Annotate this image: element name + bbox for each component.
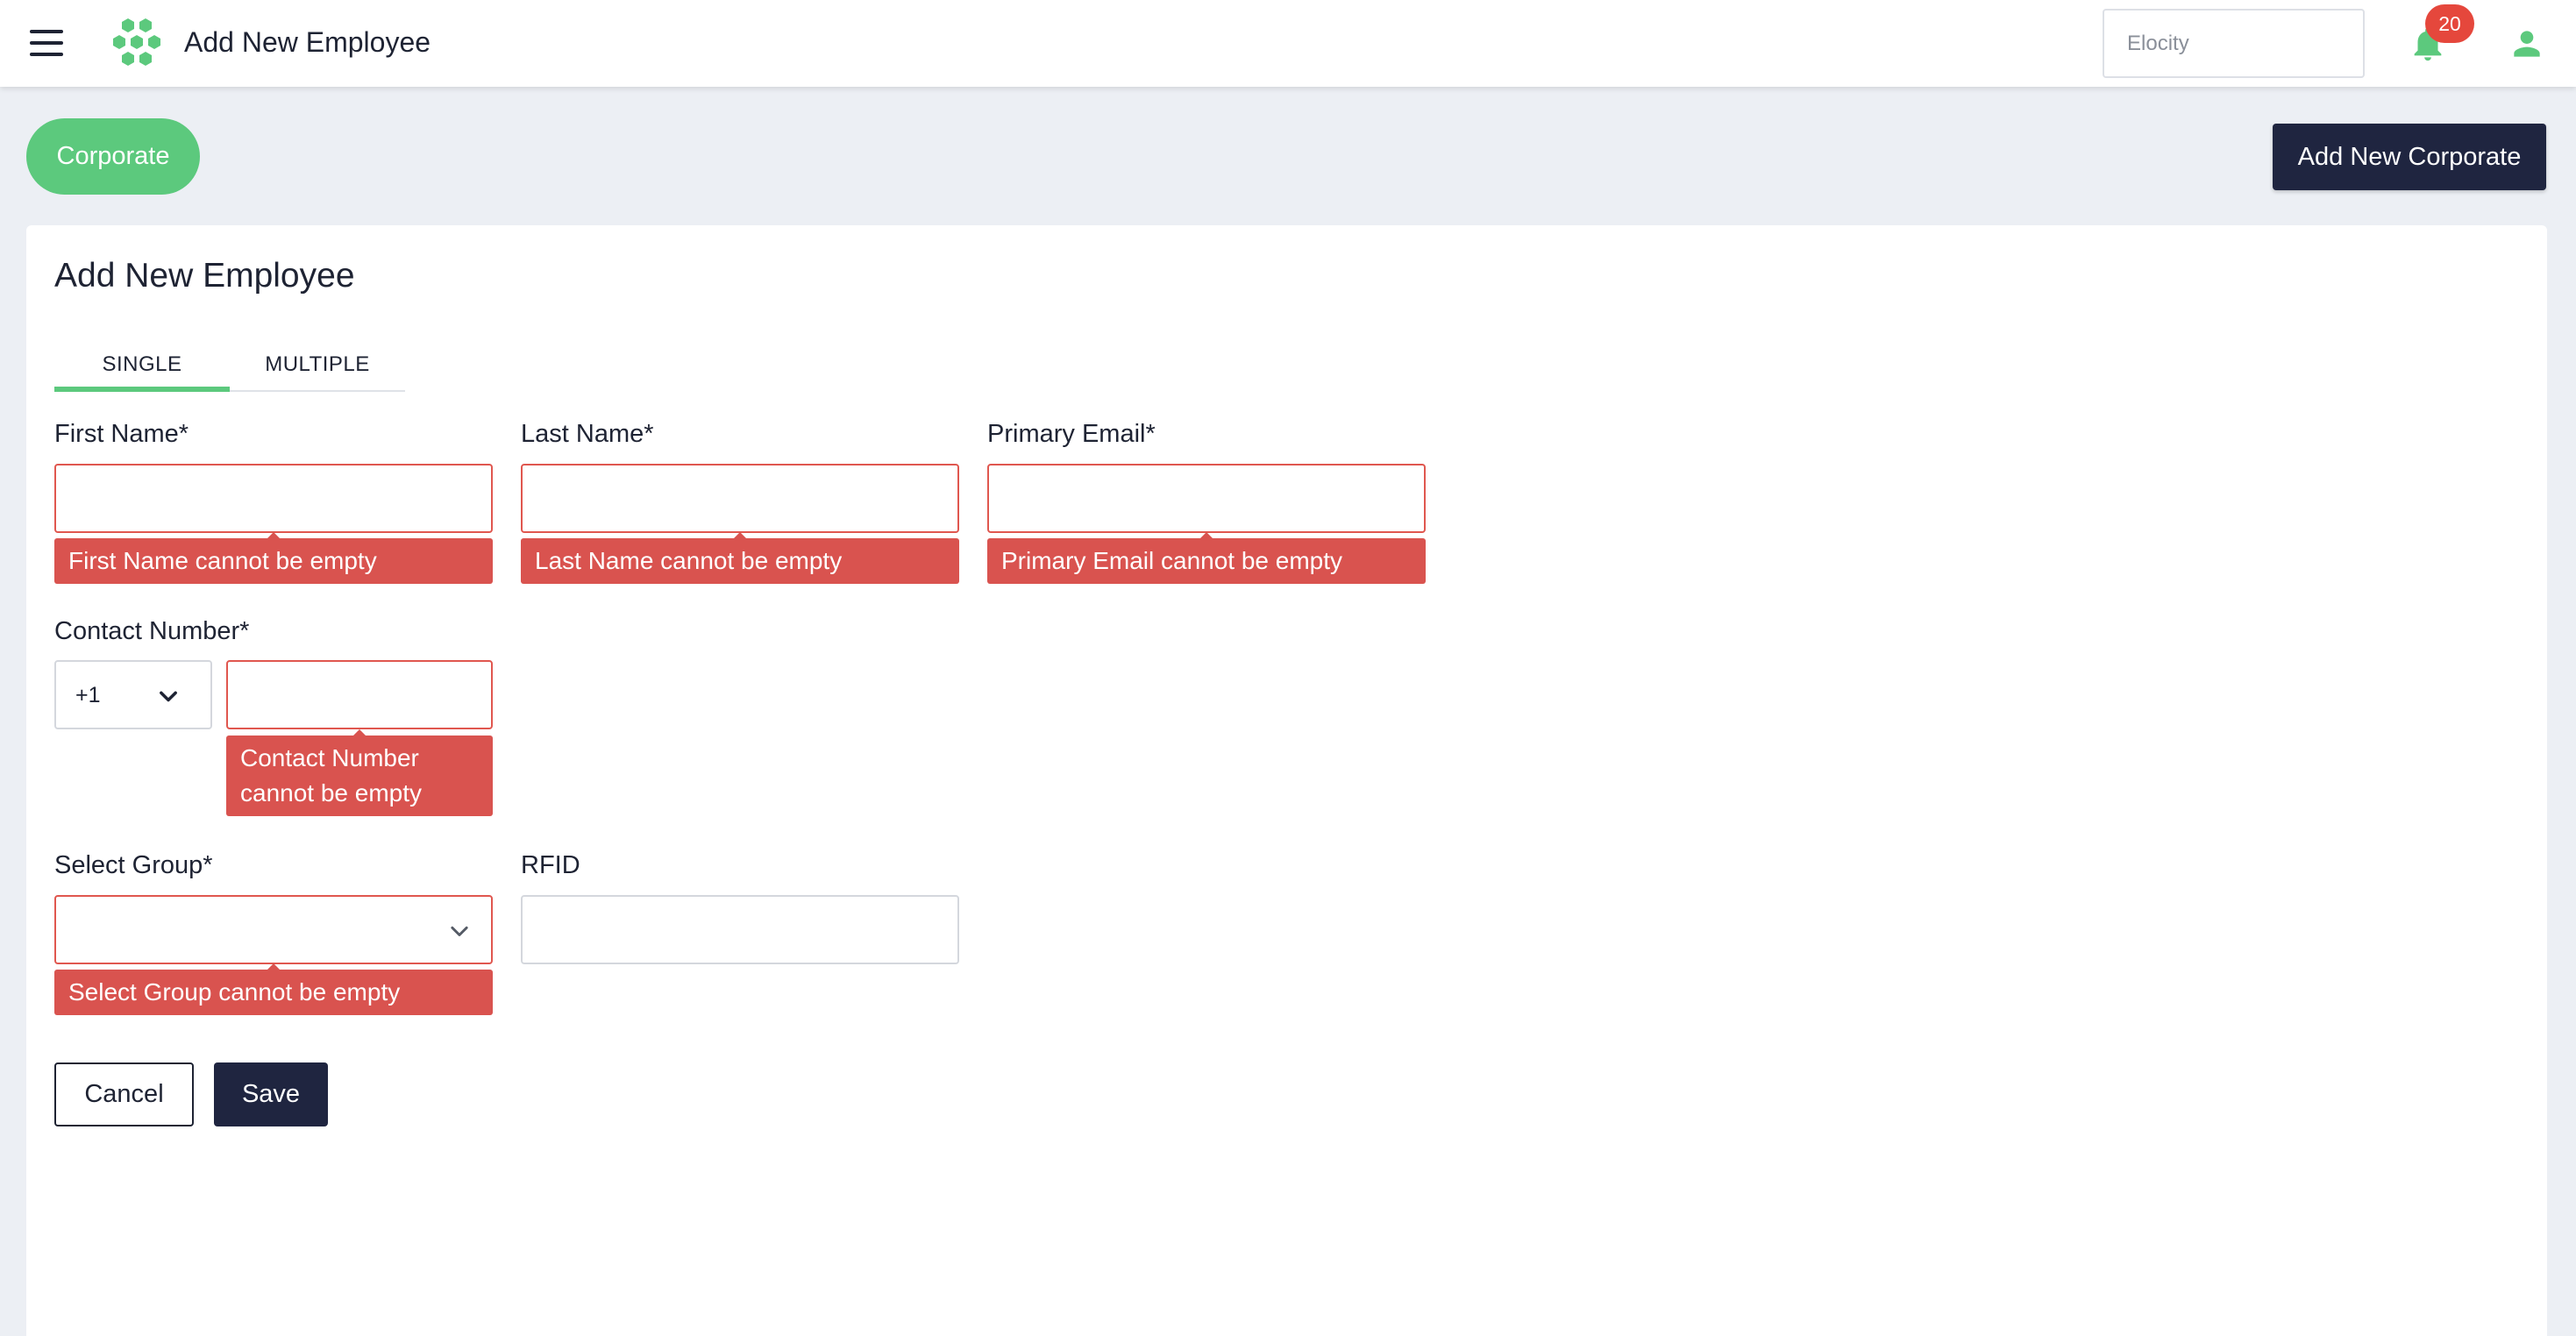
first-name-error: First Name cannot be empty bbox=[54, 532, 493, 584]
chevron-down-icon bbox=[160, 691, 177, 702]
tab-multiple[interactable]: MULTIPLE bbox=[230, 338, 405, 392]
last-name-error: Last Name cannot be empty bbox=[521, 532, 959, 584]
country-code-select[interactable]: +1 bbox=[54, 660, 212, 729]
first-name-input[interactable] bbox=[54, 464, 493, 533]
notification-count-badge: 20 bbox=[2425, 4, 2474, 43]
first-name-label: First Name* bbox=[54, 420, 189, 448]
rfid-label: RFID bbox=[521, 851, 580, 879]
tab-single[interactable]: SINGLE bbox=[54, 338, 230, 392]
last-name-label: Last Name* bbox=[521, 420, 654, 448]
rfid-input[interactable] bbox=[521, 895, 959, 964]
contact-number-label: Contact Number* bbox=[54, 617, 250, 645]
hamburger-menu-icon[interactable] bbox=[30, 30, 63, 56]
user-account-icon[interactable] bbox=[2508, 25, 2546, 63]
top-app-bar: Add New Employee 20 bbox=[0, 0, 2576, 87]
app-title: Add New Employee bbox=[184, 26, 431, 58]
search-input[interactable] bbox=[2103, 9, 2365, 78]
add-employee-card: Add New Employee SINGLE MULTIPLE First N… bbox=[26, 225, 2547, 1336]
contact-number-error-line-1: Contact Number bbox=[240, 744, 419, 771]
save-button[interactable]: Save bbox=[214, 1062, 328, 1126]
select-group-label: Select Group* bbox=[54, 851, 213, 879]
active-tab-indicator bbox=[54, 387, 230, 392]
last-name-input[interactable] bbox=[521, 464, 959, 533]
tab-bar: SINGLE MULTIPLE bbox=[54, 338, 405, 392]
contact-number-error: Contact Number cannot be empty bbox=[226, 729, 493, 816]
contact-number-input[interactable] bbox=[226, 660, 493, 729]
contact-number-error-line-2: cannot be empty bbox=[240, 779, 423, 807]
hexagon-logo-icon bbox=[113, 18, 160, 66]
primary-email-input[interactable] bbox=[987, 464, 1426, 533]
add-new-corporate-button[interactable]: Add New Corporate bbox=[2273, 124, 2546, 190]
corporate-pill-button[interactable]: Corporate bbox=[26, 118, 200, 195]
select-group-error: Select Group cannot be empty bbox=[54, 963, 493, 1015]
select-group-dropdown[interactable] bbox=[54, 895, 493, 964]
primary-email-error: Primary Email cannot be empty bbox=[987, 532, 1426, 584]
cancel-button[interactable]: Cancel bbox=[54, 1062, 194, 1126]
primary-email-label: Primary Email* bbox=[987, 420, 1156, 448]
form-title: Add New Employee bbox=[54, 257, 355, 295]
chevron-down-icon bbox=[451, 926, 468, 936]
country-code-value: +1 bbox=[75, 683, 101, 707]
